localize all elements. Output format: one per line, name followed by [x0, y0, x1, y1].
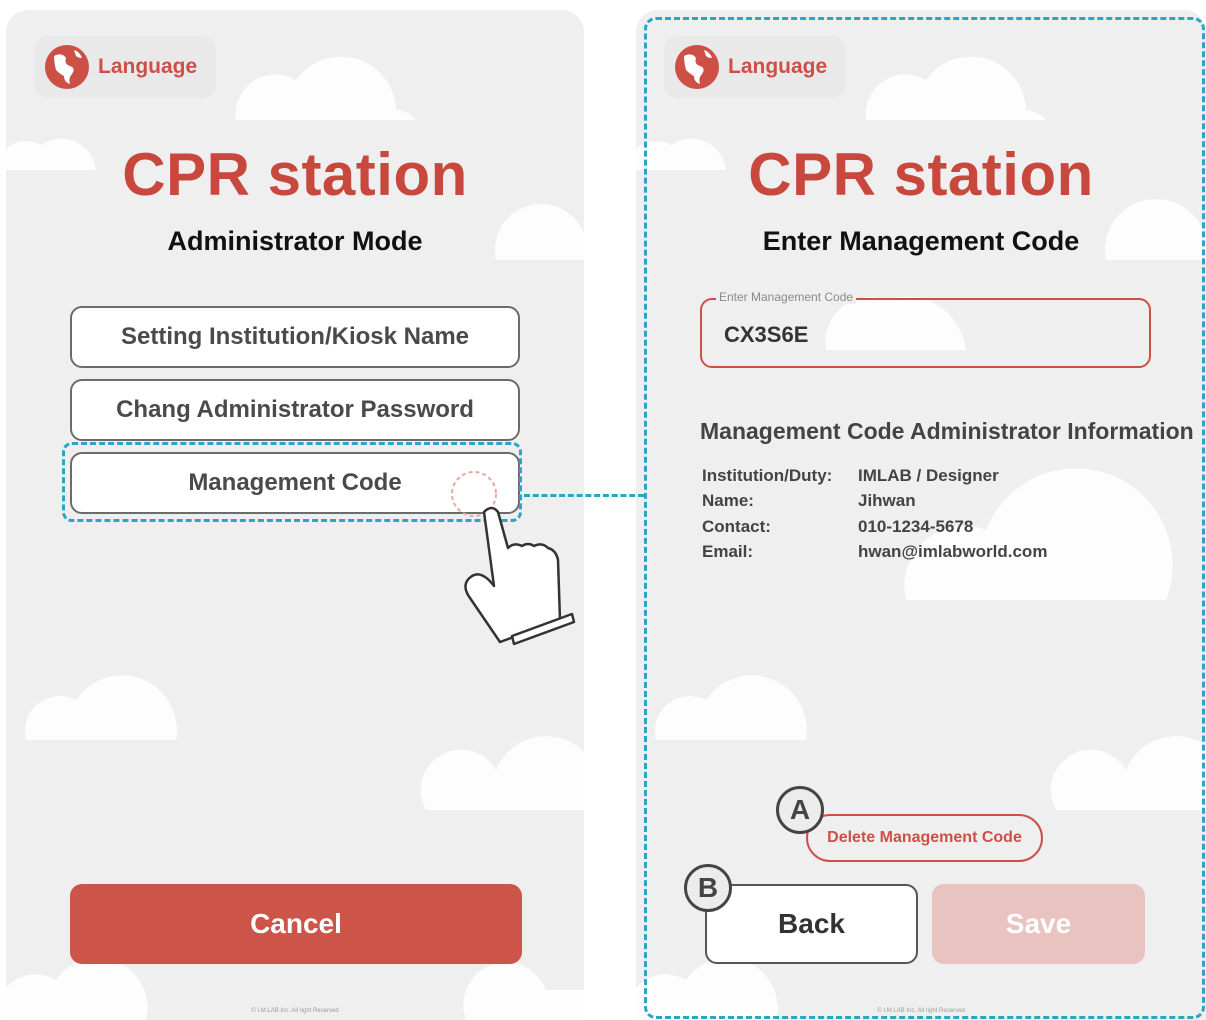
cancel-button[interactable]: Cancel [70, 884, 522, 964]
annotation-marker-b: B [684, 864, 732, 912]
screen-subtitle: Administrator Mode [167, 226, 423, 256]
copyright-footer: © I.M.LAB Inc. All right Reserved [251, 1008, 339, 1014]
setting-institution-kiosk-name-button[interactable]: Setting Institution/Kiosk Name [70, 306, 520, 368]
right-screen-highlight-frame [644, 17, 1205, 1019]
globe-icon [45, 45, 89, 89]
language-label: Language [98, 55, 198, 78]
app-title: CPR station [122, 141, 468, 208]
language-button[interactable]: Language [34, 36, 216, 98]
change-admin-password-button[interactable]: Chang Administrator Password [70, 379, 520, 441]
annotation-marker-a: A [776, 786, 824, 834]
pointing-hand-icon [451, 471, 576, 646]
